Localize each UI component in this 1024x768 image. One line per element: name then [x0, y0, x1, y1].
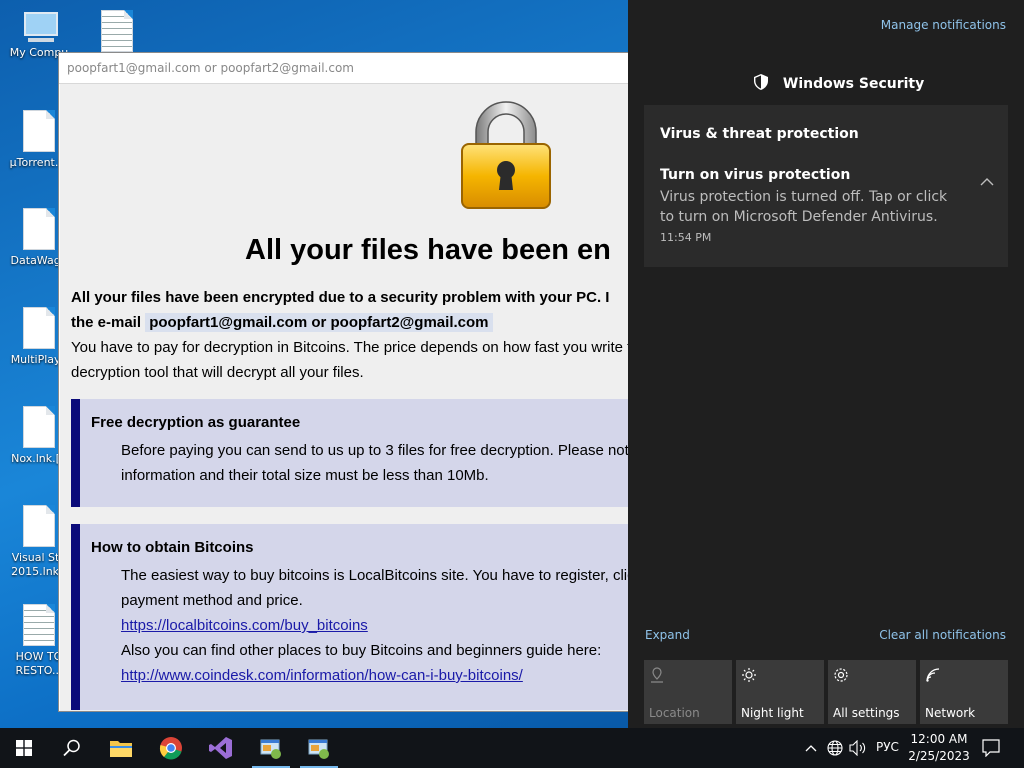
box-line: payment method and price.: [121, 592, 303, 609]
clock-date: 2/25/2023: [908, 749, 970, 763]
shortcut-file-icon: [23, 307, 55, 349]
location-icon: [651, 667, 663, 683]
window-titlebar[interactable]: poopfart1@gmail.com or poopfart2@gmail.c…: [59, 53, 639, 84]
quick-action-label: All settings: [833, 706, 900, 720]
paragraph-line: decryption tool that will decrypt all yo…: [71, 364, 364, 381]
start-button[interactable]: [0, 728, 46, 768]
text-document-icon: [23, 604, 55, 646]
shortcut-file-icon: [23, 505, 55, 547]
box-title: How to obtain Bitcoins: [91, 539, 254, 556]
shortcut-file-icon: [23, 406, 55, 448]
taskbar-chrome[interactable]: [148, 728, 194, 768]
taskbar-app-1[interactable]: [248, 728, 294, 768]
desktop-icon-document[interactable]: [78, 10, 156, 56]
expand-button[interactable]: Expand: [645, 628, 690, 642]
taskbar-app-2[interactable]: [296, 728, 342, 768]
gear-icon: [834, 668, 848, 682]
note-content: All your files have been en All your fil…: [60, 84, 639, 711]
file-explorer-icon: [110, 741, 132, 757]
localbitcoins-link[interactable]: https://localbitcoins.com/buy_bitcoins: [121, 617, 368, 634]
search-button[interactable]: [48, 728, 94, 768]
visual-studio-icon: [209, 737, 232, 759]
taskbar-clock[interactable]: 12:00 AM 2/25/2023: [906, 731, 972, 765]
contact-email: poopfart1@gmail.com or poopfart2@gmail.c…: [145, 313, 493, 332]
box-title: Free decryption as guarantee: [91, 414, 301, 431]
chevron-up-icon[interactable]: [805, 744, 817, 752]
note-heading: All your files have been en: [245, 234, 611, 266]
volume-icon[interactable]: [849, 740, 867, 756]
manage-notifications-link[interactable]: Manage notifications: [881, 18, 1006, 32]
globe-icon[interactable]: [827, 740, 843, 756]
paragraph-line: All your files have been encrypted due t…: [71, 289, 610, 306]
notification-app-header: Windows Security: [754, 74, 924, 92]
box-line: information and their total size must be…: [121, 467, 489, 484]
notification-category: Virus & threat protection: [660, 126, 859, 142]
quick-action-night-light[interactable]: Night light: [736, 660, 824, 724]
quick-action-label: Night light: [741, 706, 804, 720]
desktop-icon-label: HOW TO RESTO...: [15, 650, 63, 677]
taskbar: РУС 12:00 AM 2/25/2023: [0, 728, 1024, 768]
chrome-icon: [159, 737, 182, 760]
quick-action-all-settings[interactable]: All settings: [828, 660, 916, 724]
paragraph-line: You have to pay for decryption in Bitcoi…: [71, 339, 632, 356]
taskbar-file-explorer[interactable]: [98, 728, 144, 768]
box-line: Before paying you can send to us up to 3…: [121, 442, 638, 459]
taskbar-visual-studio[interactable]: [198, 728, 244, 768]
action-center: Manage notifications Windows Security Vi…: [628, 0, 1024, 728]
quick-action-network[interactable]: Network: [920, 660, 1008, 724]
paragraph-line: the e-mail poopfart1@gmail.com or poopfa…: [71, 310, 493, 335]
app-window-icon: [260, 739, 281, 759]
quick-action-location[interactable]: Location: [644, 660, 732, 724]
shield-icon: [754, 74, 768, 90]
night-light-icon: [742, 668, 756, 682]
notification-card[interactable]: Virus & threat protection Turn on virus …: [644, 105, 1008, 267]
app-name: Windows Security: [782, 76, 925, 92]
shortcut-file-icon: [23, 208, 55, 250]
document-icon: [101, 10, 133, 52]
shortcut-file-icon: [23, 110, 55, 152]
search-icon: [63, 739, 80, 757]
start-icon: [16, 740, 32, 756]
network-icon: [926, 668, 940, 682]
box-line: Also you can find other places to buy Bi…: [121, 642, 602, 659]
notification-title: Turn on virus protection: [660, 167, 851, 183]
free-decryption-box: Free decryption as guarantee Before payi…: [71, 399, 639, 507]
obtain-bitcoins-box: How to obtain Bitcoins The easiest way t…: [71, 524, 639, 710]
notification-body: Virus protection is turned off. Tap or c…: [660, 189, 948, 225]
coindesk-link[interactable]: http://www.coindesk.com/information/how-…: [121, 667, 523, 684]
input-language[interactable]: РУС: [876, 740, 899, 754]
app-window-icon: [308, 739, 329, 759]
clock-time: 12:00 AM: [910, 732, 968, 746]
action-center-icon[interactable]: [982, 739, 1000, 757]
ransom-note-window: poopfart1@gmail.com or poopfart2@gmail.c…: [58, 52, 640, 712]
quick-action-label: Location: [649, 706, 700, 720]
chevron-up-icon[interactable]: [980, 177, 994, 187]
padlock-icon: [461, 101, 551, 209]
box-line: The easiest way to buy bitcoins is Local…: [121, 567, 639, 584]
computer-icon: [22, 12, 58, 42]
quick-action-label: Network: [925, 706, 976, 720]
notification-time: 11:54 PM: [660, 231, 712, 244]
clear-all-notifications-button[interactable]: Clear all notifications: [879, 628, 1006, 642]
